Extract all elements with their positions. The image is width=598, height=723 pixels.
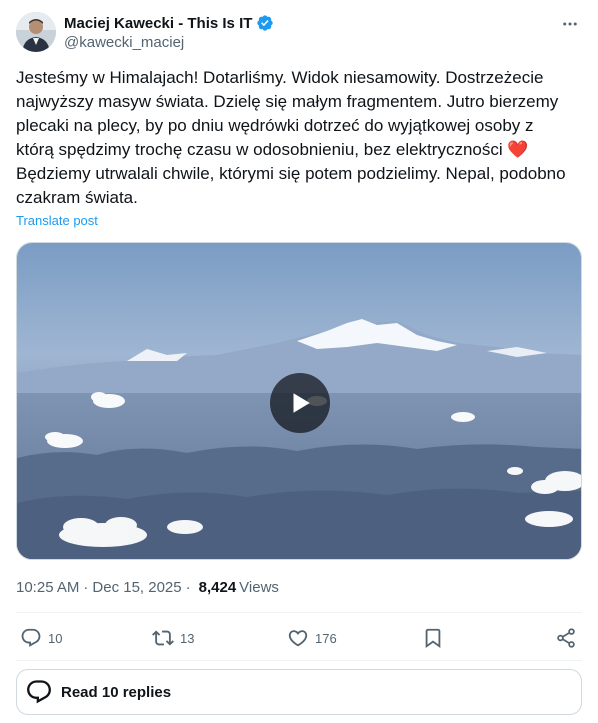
like-count: 176	[315, 630, 337, 646]
heart-emoji: ❤️	[507, 140, 529, 159]
divider	[16, 660, 582, 661]
views-count[interactable]: 8,424	[199, 579, 237, 596]
more-options-button[interactable]	[558, 12, 582, 36]
avatar[interactable]	[16, 12, 56, 52]
post-body-continued: Będziemy utrwalali chwile, którymi się p…	[16, 164, 571, 207]
reply-button[interactable]: 10	[20, 622, 62, 654]
meta-separator: ·	[185, 578, 191, 596]
post-body: Jesteśmy w Himalajach! Dotarliśmy. Widok…	[16, 68, 563, 159]
like-icon	[288, 630, 308, 647]
repost-icon	[152, 630, 174, 646]
more-icon	[563, 22, 577, 26]
bookmark-icon	[425, 628, 441, 649]
action-bar: 10 13 176	[16, 622, 582, 654]
reply-count: 10	[48, 630, 63, 646]
post-header: Maciej Kawecki - This Is IT @kawecki_mac…	[16, 12, 582, 56]
verified-badge-icon	[257, 15, 274, 31]
post-time[interactable]: 10:25 AM	[16, 579, 79, 596]
meta-separator: ·	[83, 578, 89, 596]
translate-post-link[interactable]: Translate post	[16, 213, 98, 228]
play-button[interactable]	[270, 373, 330, 433]
divider	[16, 612, 582, 613]
author-handle[interactable]: @kawecki_maciej	[64, 34, 184, 51]
repost-count: 13	[180, 630, 195, 646]
views-label: Views	[239, 578, 279, 596]
like-button[interactable]: 176	[287, 622, 337, 654]
read-replies-label: Read 10 replies	[61, 683, 172, 701]
author-name[interactable]: Maciej Kawecki - This Is IT	[64, 15, 252, 32]
post-meta: 10:25 AM · Dec 15, 2025 · 8,424 Views	[16, 577, 279, 597]
post-date[interactable]: Dec 15, 2025	[92, 579, 181, 596]
video-player[interactable]	[16, 242, 582, 560]
share-button[interactable]	[555, 622, 577, 654]
read-replies-button[interactable]: Read 10 replies	[16, 669, 582, 715]
reply-icon	[27, 680, 51, 704]
play-icon	[293, 393, 310, 413]
share-icon	[557, 628, 575, 648]
bookmark-button[interactable]	[422, 622, 444, 654]
post-text: Jesteśmy w Himalajach! Dotarliśmy. Widok…	[16, 66, 576, 210]
reply-icon	[21, 628, 41, 647]
repost-button[interactable]: 13	[152, 622, 194, 654]
